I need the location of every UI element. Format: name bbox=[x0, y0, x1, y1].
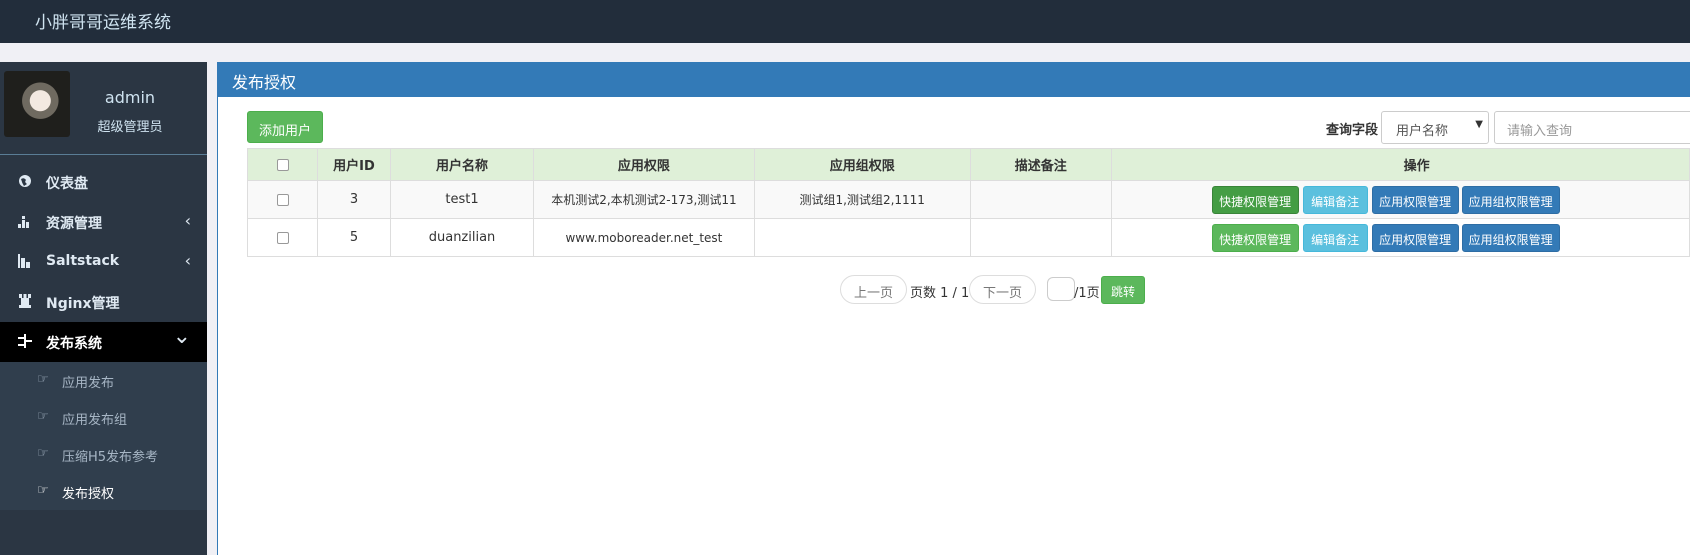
chevron-down-icon[interactable]: ⌄ bbox=[173, 324, 191, 349]
table-row: 3 test1 本机测试2,本机测试2-173,测试11 测试组1,测试组2,1… bbox=[246, 180, 1690, 219]
select-value: 用户名称 bbox=[1396, 124, 1449, 139]
cell-remark bbox=[969, 218, 1112, 257]
cell-user-id: 5 bbox=[317, 218, 391, 257]
table-row: 5 duanzilian www.moboreader.net_test 快捷权… bbox=[246, 218, 1690, 257]
column-header: 应用组权限 bbox=[753, 148, 971, 181]
page-info: 页数 1 / 1 bbox=[910, 286, 970, 301]
cell-actions: 快捷权限管理 编辑备注 应用权限管理 应用组权限管理 bbox=[1110, 218, 1690, 257]
sidebar-item-resources[interactable]: 资源管理 ‹ bbox=[0, 202, 207, 242]
app-perm-button[interactable]: 应用权限管理 bbox=[1371, 224, 1459, 252]
main-panel: 发布授权 添加用户 查询字段 用户名称 ▼ 请输入查询 用户ID 用户名称 应用… bbox=[217, 62, 1690, 555]
sidebar-subitem-release-auth[interactable]: ☞ 发布授权 bbox=[0, 473, 207, 510]
hand-point-right-icon: ☞ bbox=[37, 446, 49, 461]
sidebar-subitem-h5-release[interactable]: ☞ 压缩H5发布参考 bbox=[0, 436, 207, 473]
table-header-row: 用户ID 用户名称 应用权限 应用组权限 描述备注 操作 bbox=[246, 148, 1690, 181]
select-all-checkbox[interactable] bbox=[276, 158, 289, 171]
hand-point-right-icon: ☞ bbox=[37, 372, 49, 387]
column-header: 应用权限 bbox=[533, 148, 755, 181]
sidebar-item-nginx[interactable]: Nginx管理 bbox=[0, 282, 207, 322]
sitemap-icon bbox=[18, 216, 29, 228]
cell-user-name: duanzilian bbox=[389, 218, 535, 257]
sidebar-item-saltstack[interactable]: Saltstack ‹ bbox=[0, 242, 207, 282]
next-page-button[interactable]: 下一页 bbox=[969, 275, 1036, 304]
total-pages-label: /1页 bbox=[1074, 286, 1100, 301]
row-checkbox[interactable] bbox=[276, 193, 289, 206]
chess-rook-icon bbox=[19, 294, 31, 308]
edit-remark-button[interactable]: 编辑备注 bbox=[1302, 224, 1368, 252]
column-header: 用户ID bbox=[317, 148, 391, 181]
column-header: 用户名称 bbox=[389, 148, 535, 181]
sidebar-subitem-app-release[interactable]: ☞ 应用发布 bbox=[0, 362, 207, 399]
prev-page-button[interactable]: 上一页 bbox=[840, 275, 907, 304]
cell-group-perm: 测试组1,测试组2,1111 bbox=[753, 180, 971, 219]
user-name: admin bbox=[104, 88, 156, 107]
search-input[interactable]: 请输入查询 bbox=[1494, 111, 1690, 144]
row-checkbox[interactable] bbox=[276, 231, 289, 244]
cell-app-perm: 本机测试2,本机测试2-173,测试11 bbox=[533, 180, 755, 219]
group-perm-button[interactable]: 应用组权限管理 bbox=[1461, 224, 1560, 252]
sidebar-item-label: Nginx管理 bbox=[46, 296, 120, 312]
sidebar-item-dashboard[interactable]: 仪表盘 bbox=[0, 162, 207, 202]
cell-actions: 快捷权限管理 编辑备注 应用权限管理 应用组权限管理 bbox=[1110, 180, 1690, 219]
tasks-icon bbox=[18, 334, 32, 348]
cell-remark bbox=[969, 180, 1112, 219]
cell-group-perm bbox=[753, 218, 971, 257]
user-role: 超级管理员 bbox=[97, 120, 163, 135]
group-perm-button[interactable]: 应用组权限管理 bbox=[1461, 186, 1560, 214]
edit-remark-button[interactable]: 编辑备注 bbox=[1302, 186, 1368, 214]
quick-perm-button[interactable]: 快捷权限管理 bbox=[1211, 186, 1299, 214]
sidebar-item-label: 仪表盘 bbox=[46, 176, 88, 192]
sidebar-subitem-label: 压缩H5发布参考 bbox=[62, 450, 159, 465]
sidebar-subitem-label: 发布授权 bbox=[62, 487, 115, 502]
sidebar-item-label: 资源管理 bbox=[46, 216, 102, 232]
sidebar-item-release[interactable]: 发布系统 ⌄ bbox=[0, 322, 207, 362]
bar-chart-icon bbox=[18, 254, 30, 268]
column-header: 描述备注 bbox=[969, 148, 1112, 181]
sidebar-item-label: 发布系统 bbox=[46, 336, 102, 352]
page-number-input[interactable] bbox=[1047, 277, 1075, 301]
panel-title: 发布授权 bbox=[218, 62, 1690, 97]
avatar bbox=[4, 71, 70, 137]
quick-perm-button[interactable]: 快捷权限管理 bbox=[1211, 224, 1299, 252]
sidebar: admin 超级管理员 仪表盘 资源管理 ‹ Saltstack ‹ Nginx… bbox=[0, 62, 207, 555]
sidebar-subitem-label: 应用发布 bbox=[62, 376, 115, 391]
header-select-all[interactable] bbox=[246, 148, 319, 181]
caret-down-icon: ▼ bbox=[1475, 119, 1483, 130]
user-profile: admin 超级管理员 bbox=[0, 62, 207, 155]
chevron-left-icon[interactable]: ‹ bbox=[185, 251, 191, 270]
search-field-select[interactable]: 用户名称 ▼ bbox=[1381, 111, 1489, 144]
search-field-label: 查询字段 bbox=[1326, 123, 1379, 138]
sidebar-subitem-app-release-group[interactable]: ☞ 应用发布组 bbox=[0, 399, 207, 436]
hand-point-right-icon: ☞ bbox=[37, 409, 49, 424]
auth-table: 用户ID 用户名称 应用权限 应用组权限 描述备注 操作 3 test1 本机测… bbox=[246, 148, 1690, 257]
top-navbar: 小胖哥哥运维系统 bbox=[0, 0, 1690, 43]
search-placeholder: 请输入查询 bbox=[1507, 124, 1573, 139]
globe-icon bbox=[19, 175, 31, 187]
hand-point-right-icon: ☞ bbox=[37, 483, 49, 498]
jump-button[interactable]: 跳转 bbox=[1101, 276, 1145, 304]
sidebar-subitem-label: 应用发布组 bbox=[62, 413, 128, 428]
chevron-left-icon[interactable]: ‹ bbox=[185, 211, 191, 230]
app-perm-button[interactable]: 应用权限管理 bbox=[1371, 186, 1459, 214]
cell-app-perm: www.moboreader.net_test bbox=[533, 218, 755, 257]
column-header: 操作 bbox=[1110, 148, 1690, 181]
add-user-button[interactable]: 添加用户 bbox=[247, 111, 323, 143]
cell-user-name: test1 bbox=[389, 180, 535, 219]
sidebar-item-label: Saltstack bbox=[46, 253, 120, 269]
cell-user-id: 3 bbox=[317, 180, 391, 219]
app-title[interactable]: 小胖哥哥运维系统 bbox=[35, 8, 171, 33]
